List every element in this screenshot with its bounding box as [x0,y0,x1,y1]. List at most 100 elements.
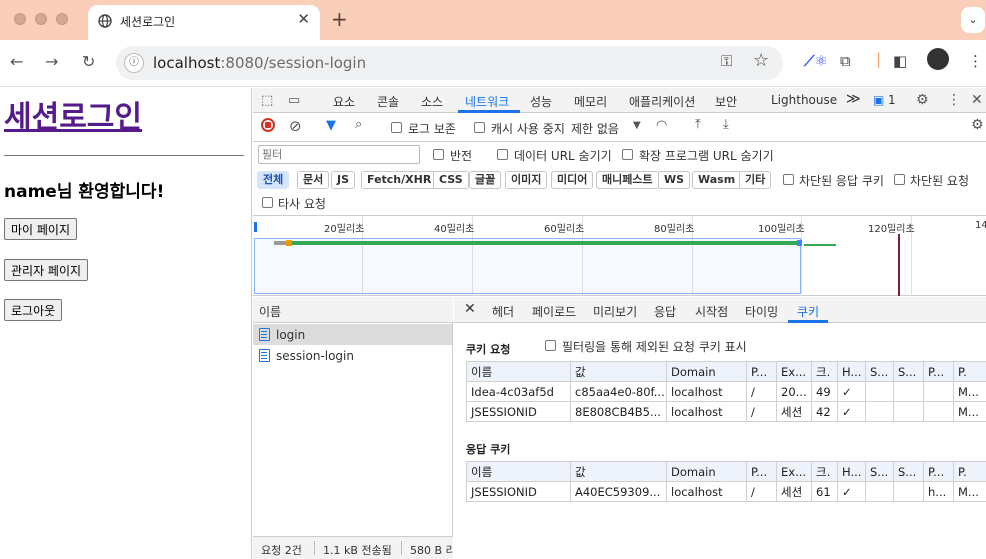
tab-initiator[interactable]: 시작점 [695,303,728,320]
column-header[interactable]: 이름 [466,461,571,482]
network-overview-timeline[interactable]: 20밀리초 40밀리초 60밀리초 80밀리초 100밀리초 120밀리초 14 [253,216,986,296]
profile-avatar[interactable] [927,48,949,70]
column-header[interactable]: S... [865,461,894,482]
hide-data-urls-checkbox[interactable] [497,149,508,160]
blocked-requests-checkbox[interactable] [894,174,905,185]
type-ws[interactable]: WS [658,171,691,189]
throttling-select[interactable]: 제한 없음 [571,120,619,137]
type-wasm[interactable]: Wasm [692,171,742,189]
column-header[interactable]: H... [837,361,866,382]
tab-preview[interactable]: 미리보기 [593,303,637,320]
more-tabs-icon[interactable]: ≫ [846,91,861,107]
my-page-button[interactable]: 마이 페이지 [4,218,78,240]
filter-funnel-icon[interactable]: ▼ [326,118,336,133]
tab-cookies[interactable]: 쿠키 [797,303,819,320]
column-header[interactable]: Domain [666,461,747,482]
page-heading-link[interactable]: 세션로그인 [4,92,142,136]
close-window-button[interactable] [14,13,26,25]
column-header[interactable]: P. [953,361,986,382]
close-detail-icon[interactable]: ✕ [464,301,476,317]
reload-icon[interactable]: ↻ [82,52,95,71]
inspect-element-icon[interactable]: ⬚ [261,93,273,108]
type-css[interactable]: CSS [433,171,469,189]
tab-lighthouse[interactable]: Lighthouse [771,93,837,107]
cookie-row[interactable]: Idea-4c03af5d c85aa4e0-80f... localhost/20… [466,381,986,402]
type-img[interactable]: 이미지 [505,171,548,189]
tab-security[interactable]: 보안 [715,93,737,110]
type-other[interactable]: 기타 [739,171,772,189]
search-icon[interactable]: ⌕ [355,117,362,132]
hide-extension-urls-checkbox[interactable] [622,149,633,160]
type-media[interactable]: 미디어 [551,171,594,189]
tab-memory[interactable]: 메모리 [574,93,607,110]
url-text[interactable]: localhost:8080/session-login [153,54,366,72]
network-conditions-icon[interactable]: ◠ [656,118,667,133]
type-manifest[interactable]: 매니페스트 [596,171,659,189]
logout-button[interactable]: 로그아웃 [4,299,63,321]
kebab-menu-icon[interactable]: ⋮ [968,52,983,70]
back-arrow-icon[interactable]: ← [10,52,23,71]
column-header[interactable]: P... [923,361,954,382]
export-har-icon[interactable]: ⤓ [723,117,729,132]
column-header[interactable]: P. [953,461,986,482]
tab-headers[interactable]: 헤더 [492,303,514,320]
tab-performance[interactable]: 성능 [530,93,552,110]
type-all[interactable]: 전체 [257,171,290,189]
settings-gear-icon[interactable]: ⚙ [916,92,929,108]
preserve-log-checkbox[interactable] [391,122,402,133]
column-header[interactable]: S... [893,461,924,482]
chevron-down-icon[interactable]: ▼ [633,120,641,131]
third-party-checkbox[interactable] [262,197,273,208]
type-js[interactable]: JS [331,171,356,189]
tab-sources[interactable]: 소스 [421,93,443,110]
name-column-header[interactable]: 이름 [253,297,453,323]
column-header[interactable]: 크. [811,361,838,382]
close-devtools-icon[interactable]: ✕ [971,92,983,108]
type-font[interactable]: 글꼴 [469,171,502,189]
admin-page-button[interactable]: 관리자 페이지 [4,259,89,281]
clear-icon[interactable]: ⊘ [289,117,302,135]
show-filtered-cookies-checkbox[interactable] [545,340,556,351]
column-header[interactable]: H... [837,461,866,482]
zoom-window-button[interactable] [56,13,68,25]
column-header[interactable]: P... [923,461,954,482]
forward-arrow-icon[interactable]: → [45,52,58,71]
address-bar[interactable]: ⓘ localhost:8080/session-login ⚿ ☆ [116,46,783,80]
tab-elements[interactable]: 요소 [333,93,355,110]
new-tab-button[interactable]: + [331,7,348,31]
column-header[interactable]: 값 [570,361,667,382]
network-settings-gear-icon[interactable]: ⚙ [971,117,984,133]
filter-input[interactable] [258,145,420,164]
browser-tab[interactable]: 세션로그인 ✕ [88,5,320,40]
side-panel-icon[interactable]: ◧ [893,52,907,70]
device-toolbar-icon[interactable]: ▭ [288,93,300,108]
extension-react-icon[interactable]: ⟋⚛ [804,52,828,70]
site-info-icon[interactable]: ⓘ [124,53,144,73]
close-tab-icon[interactable]: ✕ [297,10,310,28]
blocked-response-cookies-checkbox[interactable] [783,174,794,185]
minimize-window-button[interactable] [35,13,47,25]
column-header[interactable]: 이름 [466,361,571,382]
disable-cache-checkbox[interactable] [474,122,485,133]
cookie-row[interactable]: JSESSIONID 8E808CB4B5... localhost / 세션 42 ✓ M.… [466,401,986,422]
tab-network[interactable]: 네트워크 [465,93,509,110]
tab-console[interactable]: 콘솔 [377,93,399,110]
column-header[interactable]: Ex... [776,461,812,482]
invert-checkbox[interactable] [433,149,444,160]
request-row-session-login[interactable]: session-login [253,345,452,366]
tab-search-button[interactable]: ⌄ [961,7,985,33]
column-header[interactable]: S... [893,361,924,382]
import-har-icon[interactable]: ⤒ [695,117,701,132]
column-header[interactable]: Domain [666,361,747,382]
cookie-row[interactable]: JSESSIONID A40EC59309... localhost / 세션 61 ✓ h.… [466,481,986,502]
customize-menu-icon[interactable]: ⋮ [947,92,961,108]
extensions-puzzle-icon[interactable]: ⧉ [840,52,851,70]
tab-response[interactable]: 응답 [654,303,676,320]
type-doc[interactable]: 문서 [297,171,330,189]
tab-application[interactable]: 애플리케이션 [629,93,695,110]
timeline-selection[interactable] [254,238,801,294]
selection-handle[interactable] [254,222,257,232]
password-key-icon[interactable]: ⚿ [721,52,732,70]
column-header[interactable]: P... [746,361,777,382]
bookmark-star-icon[interactable]: ☆ [753,50,769,71]
